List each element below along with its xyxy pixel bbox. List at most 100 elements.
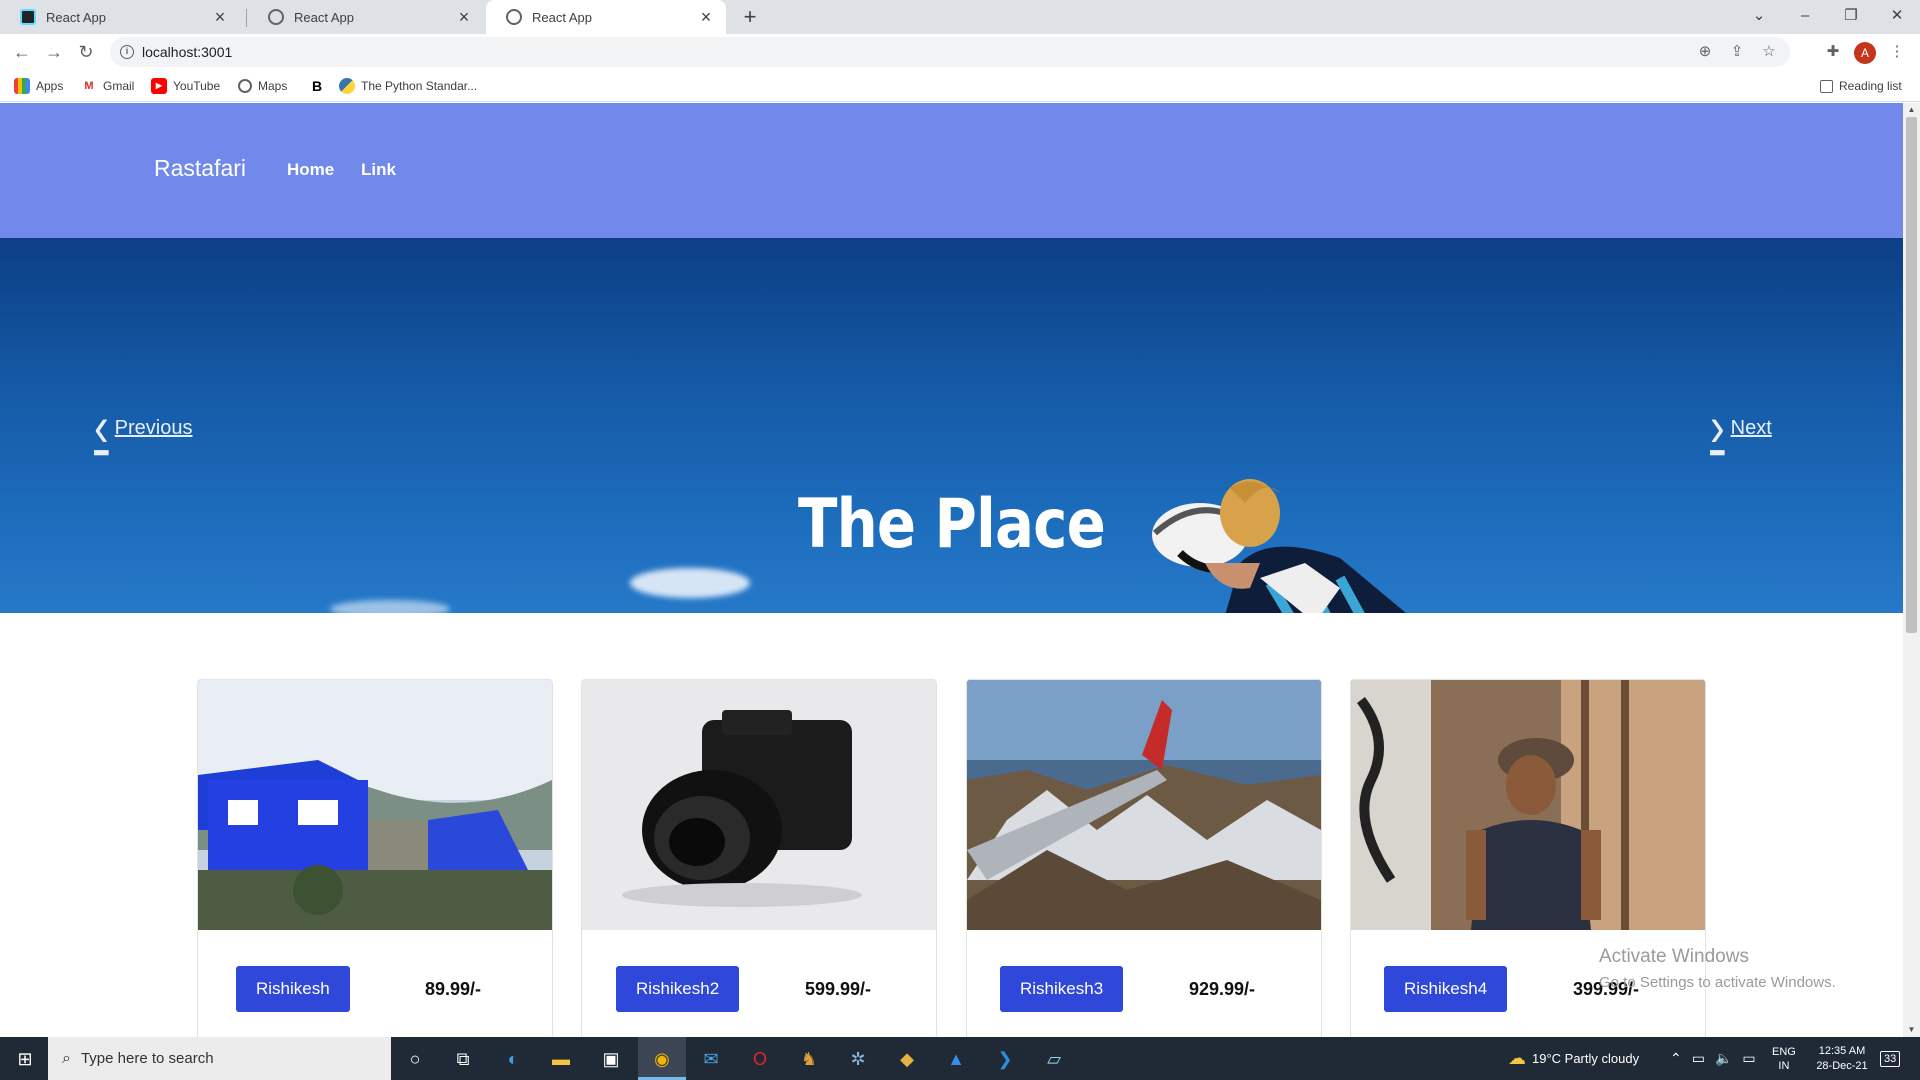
bookmark-label: Gmail — [103, 79, 135, 93]
new-tab-button[interactable]: + — [736, 4, 764, 32]
apps-grid-icon — [14, 78, 30, 94]
task-view-icon[interactable]: ⧉ — [448, 1044, 478, 1074]
menu-kebab-icon[interactable]: ⋮ — [1886, 41, 1908, 63]
chevron-left-icon: ‹ — [94, 395, 109, 460]
scroll-up-icon[interactable]: ▲ — [1903, 103, 1920, 117]
page-scrollbar[interactable]: ▲ ▼ — [1903, 103, 1920, 1037]
weather-text: 19°C Partly cloudy — [1532, 1051, 1640, 1066]
weather-widget[interactable]: ☁ 19°C Partly cloudy — [1508, 1037, 1639, 1080]
cloud-shape — [330, 600, 450, 613]
notepad-icon[interactable]: ▱ — [1039, 1044, 1069, 1074]
previous-label: Previous — [114, 416, 193, 439]
tab-title: React App — [532, 9, 592, 25]
mail-icon[interactable]: ✉ — [696, 1044, 726, 1074]
close-tab-icon[interactable]: × — [696, 7, 716, 27]
lang-code: ENG — [1772, 1045, 1796, 1058]
notification-center[interactable]: 33 — [1880, 1037, 1901, 1080]
url-text[interactable]: localhost:3001 — [142, 44, 1694, 60]
language-indicator[interactable]: ENG IN — [1772, 1037, 1796, 1080]
extensions-icon[interactable]: ✚ — [1822, 41, 1844, 63]
carousel-next-control[interactable]: › Next — [1710, 399, 1772, 456]
scroll-down-icon[interactable]: ▼ — [1903, 1023, 1920, 1037]
search-placeholder: Type here to search — [80, 1050, 214, 1067]
vscode-icon[interactable]: ❯ — [990, 1044, 1020, 1074]
nav-home-link[interactable]: Home — [287, 160, 334, 180]
reload-icon[interactable]: ↻ — [74, 40, 98, 64]
bookmark-b[interactable]: B — [309, 70, 331, 102]
app-icon[interactable]: ✲ — [843, 1044, 873, 1074]
chevron-up-icon[interactable]: ⌃ — [1670, 1050, 1682, 1067]
brand-logo[interactable]: Rastafari — [154, 155, 246, 182]
tab-title: React App — [294, 9, 354, 25]
bookmark-gmail[interactable]: M Gmail — [81, 70, 134, 102]
address-bar[interactable]: i localhost:3001 ⊕ ⇪ ☆ — [110, 37, 1790, 67]
clock-date: 28-Dec-21 — [1816, 1059, 1868, 1072]
restore-icon[interactable]: ❐ — [1828, 0, 1874, 34]
cortana-icon[interactable]: ○ — [400, 1044, 430, 1074]
carousel-previous-control[interactable]: ‹ Previous — [94, 399, 193, 456]
react-favicon-icon — [20, 9, 36, 25]
activate-windows-watermark: Activate Windows Go to Settings to activ… — [1599, 946, 1836, 991]
sketch-icon[interactable]: ◆ — [892, 1044, 922, 1074]
product-button[interactable]: Rishikesh3 — [1000, 966, 1124, 1012]
tab-search-icon[interactable]: ⌄ — [1736, 0, 1782, 34]
minimize-icon[interactable]: – — [1782, 0, 1828, 34]
reading-list-label: Reading list — [1839, 79, 1902, 93]
nav-link-link[interactable]: Link — [361, 160, 396, 180]
product-button[interactable]: Rishikesh — [236, 966, 350, 1012]
maps-icon — [238, 79, 252, 93]
scroll-thumb[interactable] — [1906, 117, 1917, 633]
close-tab-icon[interactable]: × — [210, 7, 230, 27]
site-info-icon[interactable]: i — [120, 45, 134, 59]
product-button[interactable]: Rishikesh2 — [616, 966, 740, 1012]
bookmark-star-icon[interactable]: ☆ — [1758, 41, 1780, 63]
windows-start-icon[interactable]: ⊞ — [10, 1044, 40, 1074]
page-viewport: Rastafari Home Link ‹ Previous › Next Th… — [0, 103, 1903, 1037]
chrome-icon[interactable]: ◉ — [647, 1044, 677, 1074]
bookmark-label: The Python Standar... — [361, 79, 478, 93]
browser-tab-1[interactable]: React App × — [0, 0, 240, 34]
network-icon[interactable]: ▭ — [1742, 1050, 1755, 1067]
bookmark-maps[interactable]: Maps — [238, 70, 287, 102]
product-button[interactable]: Rishikesh4 — [1384, 966, 1508, 1012]
reading-list-button[interactable]: Reading list — [1820, 70, 1902, 102]
bookmarks-bar: Apps M Gmail ▶ YouTube Maps B The Python… — [0, 70, 1920, 102]
browser-tab-3[interactable]: React App × — [486, 0, 726, 34]
hero-carousel: ‹ Previous › Next The Place — [0, 238, 1903, 613]
close-tab-icon[interactable]: × — [454, 7, 474, 27]
youtube-icon: ▶ — [151, 78, 167, 94]
file-explorer-icon[interactable]: ▬ — [546, 1044, 576, 1074]
back-icon[interactable]: ← — [10, 40, 34, 64]
search-icon: ⌕ — [62, 1049, 71, 1067]
lang-region: IN — [1778, 1059, 1790, 1072]
game-icon[interactable]: ♞ — [794, 1044, 824, 1074]
bookmark-youtube[interactable]: ▶ YouTube — [151, 70, 220, 102]
product-price: 599.99/- — [805, 979, 872, 999]
photos-icon[interactable]: ▲ — [941, 1044, 971, 1074]
hero-caption-title: The Place — [798, 485, 1106, 564]
taskbar-search-box[interactable]: ⌕ Type here to search — [48, 1037, 391, 1080]
windows-taskbar: ⊞ ⌕ Type here to search ○ ⧉ ◐ ▬ ▣ ◉ ✉ O … — [0, 1037, 1920, 1080]
meet-icon[interactable]: ▭ — [1692, 1050, 1705, 1067]
camera-image — [582, 680, 936, 930]
zoom-icon[interactable]: ⊕ — [1694, 41, 1716, 63]
volume-icon[interactable]: 🔈 — [1715, 1050, 1732, 1067]
woman-portrait-image — [1351, 680, 1705, 930]
store-icon[interactable]: ▣ — [596, 1044, 626, 1074]
profile-avatar[interactable]: A — [1854, 42, 1876, 64]
bookmark-python[interactable]: The Python Standar... — [339, 70, 477, 102]
tray-icons[interactable]: ⌃ ▭ 🔈 ▭ — [1670, 1037, 1756, 1080]
bookmark-apps[interactable]: Apps — [14, 70, 63, 102]
reading-list-icon — [1820, 79, 1833, 93]
edge-icon[interactable]: ◐ — [498, 1044, 528, 1074]
forward-icon[interactable]: → — [42, 40, 66, 64]
browser-tab-2[interactable]: React App × — [248, 0, 484, 34]
browser-toolbar: ← → ↻ i localhost:3001 ⊕ ⇪ ☆ ✚ A ⋮ — [0, 34, 1920, 70]
opera-icon[interactable]: O — [745, 1044, 775, 1074]
gmail-icon: M — [84, 80, 94, 92]
close-window-icon[interactable]: ✕ — [1874, 0, 1920, 34]
clock[interactable]: 12:35 AM 28-Dec-21 — [1806, 1037, 1878, 1080]
notification-count: 33 — [1880, 1050, 1901, 1067]
share-icon[interactable]: ⇪ — [1726, 41, 1748, 63]
bookmark-label: YouTube — [173, 79, 221, 93]
